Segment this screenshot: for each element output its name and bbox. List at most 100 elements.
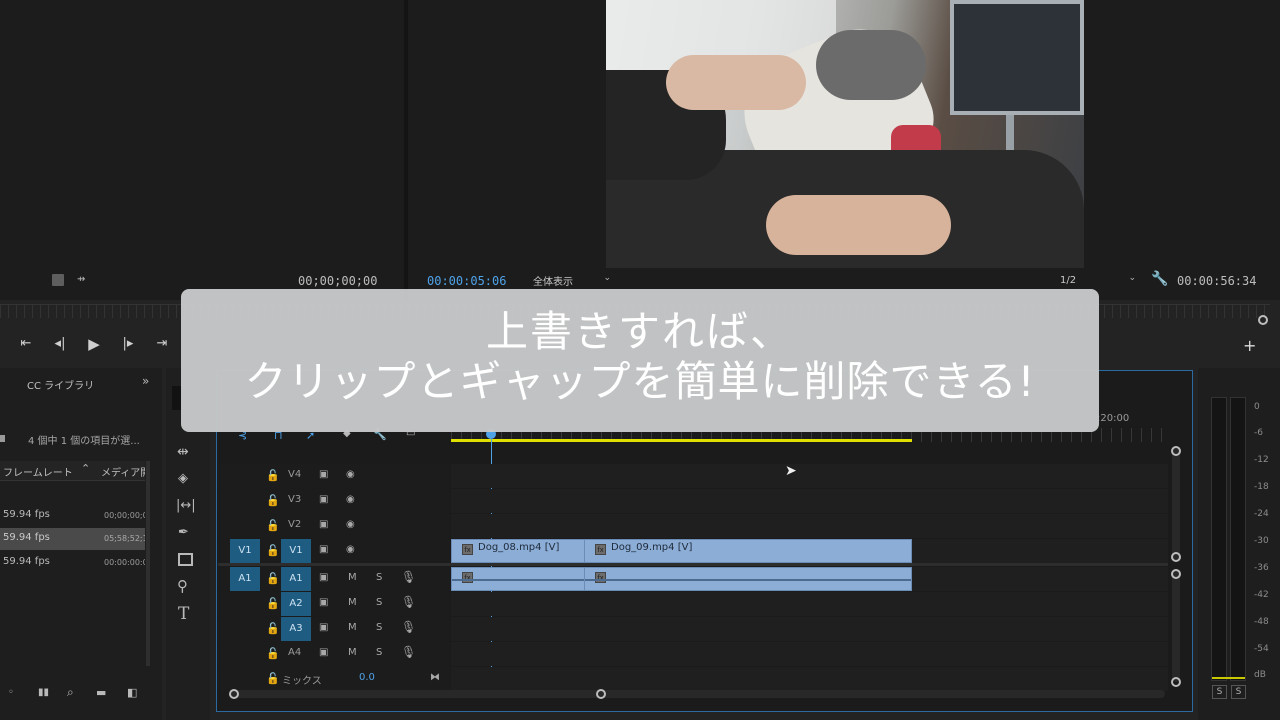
- v-scroll-video[interactable]: [1172, 448, 1180, 560]
- track-content[interactable]: [451, 642, 1168, 666]
- audio-clip-dog-08[interactable]: fx: [451, 567, 585, 591]
- step-to-in-icon[interactable]: ⇤: [16, 336, 36, 351]
- zoom-dropdown[interactable]: 全体表示 ⌄: [533, 273, 613, 289]
- clip-dog-08[interactable]: fx Dog_08.mp4 [V]: [451, 539, 585, 563]
- lock-icon[interactable]: 🔓: [266, 572, 280, 585]
- sync-icon[interactable]: ▣: [319, 572, 328, 583]
- solo-right-button[interactable]: S: [1231, 685, 1246, 699]
- sync-icon[interactable]: ▣: [319, 519, 328, 530]
- audio-clip-dog-09[interactable]: fx: [584, 567, 912, 591]
- cc-library-tab[interactable]: CC ライブラリ: [27, 377, 94, 392]
- clip-dog-09[interactable]: fx Dog_09.mp4 [V]: [584, 539, 912, 563]
- v-scroll-handle-a-top[interactable]: [1171, 569, 1181, 579]
- list-view-icon[interactable]: ◦: [8, 687, 14, 698]
- project-scrollbar[interactable]: [146, 461, 150, 666]
- track-content[interactable]: fx fx: [451, 567, 1168, 591]
- column-media-start[interactable]: メディア開: [101, 464, 145, 479]
- work-area-bar[interactable]: [451, 439, 912, 442]
- sync-icon[interactable]: ▣: [319, 544, 328, 555]
- solo-button[interactable]: S: [376, 597, 382, 608]
- timeline-h-scrollbar[interactable]: [230, 690, 1165, 698]
- h-scroll-handle-right[interactable]: [596, 689, 606, 699]
- v-scroll-handle-mid[interactable]: [1171, 552, 1181, 562]
- sync-icon[interactable]: ▣: [319, 597, 328, 608]
- lock-icon[interactable]: 🔓: [266, 647, 280, 660]
- slip-tool-icon[interactable]: |↔|: [176, 498, 196, 513]
- sync-icon[interactable]: ▣: [319, 469, 328, 480]
- track-content[interactable]: [451, 489, 1168, 513]
- track-content[interactable]: fx Dog_08.mp4 [V] fx Dog_09.mp4 [V]: [451, 539, 1168, 563]
- track-content[interactable]: [451, 514, 1168, 538]
- list-item[interactable]: 59.94 fps 05;58;52;1: [0, 528, 145, 550]
- solo-button[interactable]: S: [376, 647, 382, 658]
- pen-tool-icon[interactable]: ✒: [178, 525, 189, 540]
- mute-button[interactable]: M: [348, 622, 357, 633]
- bowtie-icon[interactable]: ⧓: [430, 672, 440, 683]
- microphone-icon[interactable]: 🎙: [401, 595, 416, 609]
- eye-icon[interactable]: ◉: [346, 469, 355, 480]
- lock-icon[interactable]: 🔓: [266, 597, 280, 610]
- mute-button[interactable]: M: [348, 597, 357, 608]
- sort-caret-icon[interactable]: ⌃: [81, 462, 90, 475]
- resolution-dropdown[interactable]: 1/2 ⌄: [1060, 273, 1138, 289]
- rectangle-tool-icon[interactable]: [178, 553, 193, 566]
- scrub-end-handle[interactable]: [1258, 315, 1268, 325]
- razor-tool-icon[interactable]: ◈: [178, 471, 188, 486]
- track-target-a2[interactable]: A2: [281, 592, 311, 616]
- sync-icon[interactable]: ▣: [319, 647, 328, 658]
- track-content[interactable]: [451, 617, 1168, 641]
- lock-icon[interactable]: 🔓: [266, 469, 280, 482]
- source-patch-v1[interactable]: V1: [230, 539, 260, 563]
- list-item[interactable]: 59.94 fps 00;00;00;0: [0, 505, 145, 527]
- track-target-a1[interactable]: A1: [281, 567, 311, 591]
- v-scroll-handle-a-bot[interactable]: [1171, 677, 1181, 687]
- eye-icon[interactable]: ◉: [346, 494, 355, 505]
- step-to-out-icon[interactable]: ⇥: [152, 336, 172, 351]
- lock-icon[interactable]: 🔓: [266, 544, 280, 557]
- export-frame-icon[interactable]: [52, 274, 64, 286]
- source-patch-a1[interactable]: A1: [230, 567, 260, 591]
- zoom-tool-icon[interactable]: ⚲: [177, 577, 188, 595]
- mute-button[interactable]: M: [348, 572, 357, 583]
- microphone-icon[interactable]: 🎙: [401, 570, 416, 584]
- bin-stack-icon[interactable]: ▮▮: [38, 687, 49, 698]
- list-item[interactable]: 59.94 fps 00:00:00:0: [0, 552, 145, 574]
- v-scroll-handle-top[interactable]: [1171, 446, 1181, 456]
- eye-icon[interactable]: ◉: [346, 544, 355, 555]
- add-button-icon[interactable]: +: [1243, 336, 1256, 355]
- track-target-v1[interactable]: V1: [281, 539, 311, 563]
- mute-button[interactable]: M: [348, 647, 357, 658]
- type-tool-icon[interactable]: T: [178, 604, 189, 624]
- track-content[interactable]: [451, 667, 1168, 691]
- panel-menu-icon[interactable]: »: [142, 374, 149, 388]
- lock-icon[interactable]: 🔓: [266, 494, 280, 507]
- lock-icon[interactable]: 🔓: [266, 519, 280, 532]
- search-icon[interactable]: ⌕: [67, 685, 74, 700]
- solo-button[interactable]: S: [376, 572, 382, 583]
- track-content[interactable]: [451, 464, 1168, 488]
- solo-button[interactable]: S: [376, 622, 382, 633]
- step-forward-icon[interactable]: |▸: [118, 336, 138, 351]
- h-scroll-handle-left[interactable]: [229, 689, 239, 699]
- sync-icon[interactable]: ▣: [319, 622, 328, 633]
- wrench-icon[interactable]: 🔧: [1151, 271, 1168, 287]
- new-item-icon[interactable]: ◧: [127, 686, 137, 699]
- microphone-icon[interactable]: 🎙: [401, 645, 416, 659]
- program-current-timecode[interactable]: 00:00:05:06: [427, 274, 506, 288]
- play-icon[interactable]: ▶: [84, 335, 104, 353]
- eye-icon[interactable]: ◉: [346, 519, 355, 530]
- solo-left-button[interactable]: S: [1212, 685, 1227, 699]
- step-back-icon[interactable]: ◂|: [50, 336, 70, 351]
- v-scroll-audio[interactable]: [1172, 570, 1180, 682]
- folder-icon[interactable]: ▬: [96, 686, 106, 699]
- lock-icon[interactable]: 🔓: [266, 622, 280, 635]
- video-audio-divider[interactable]: [218, 563, 1168, 566]
- ripple-edit-tool-icon[interactable]: ⇹: [177, 444, 189, 460]
- column-framerate[interactable]: フレームレート: [3, 464, 73, 479]
- sync-icon[interactable]: ▣: [319, 494, 328, 505]
- insert-icon[interactable]: ⇸: [77, 274, 85, 285]
- mix-value[interactable]: 0.0: [359, 672, 375, 683]
- track-target-a3[interactable]: A3: [281, 617, 311, 641]
- microphone-icon[interactable]: 🎙: [401, 620, 416, 634]
- track-content[interactable]: [451, 592, 1168, 616]
